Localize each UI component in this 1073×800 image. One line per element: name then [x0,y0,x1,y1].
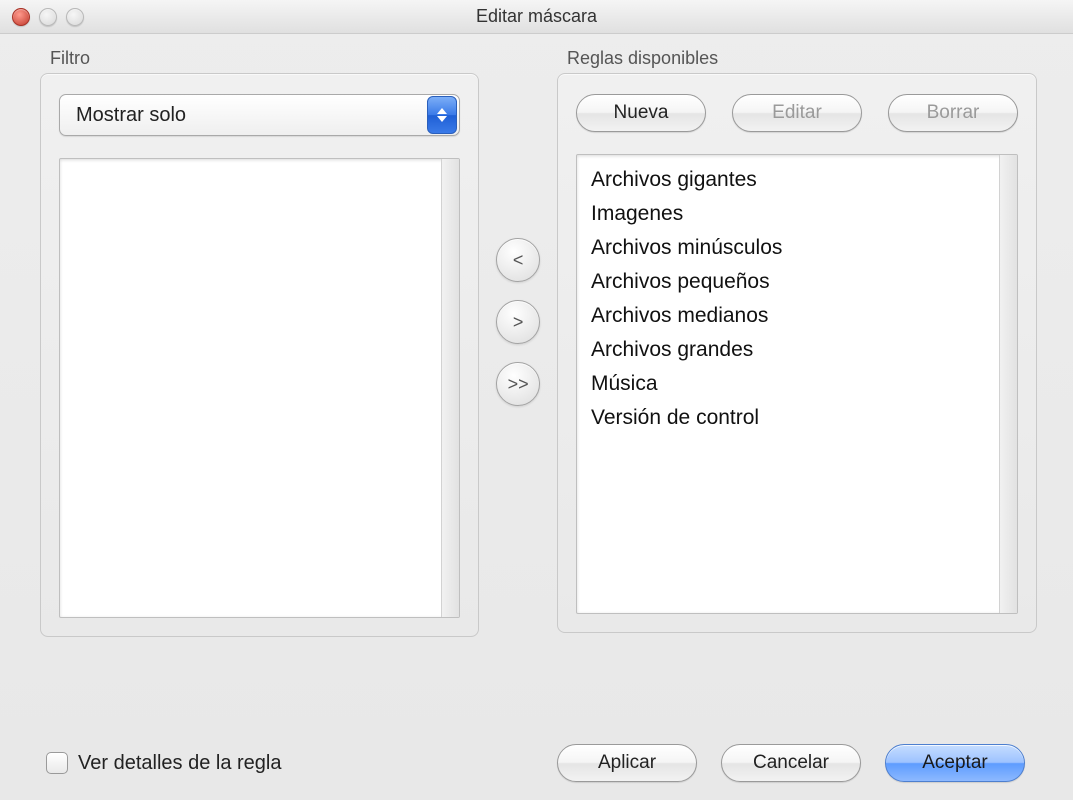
move-right-button[interactable]: > [496,300,540,344]
delete-rule-button[interactable]: Borrar [888,94,1018,132]
filter-mode-select[interactable]: Mostrar solo [59,94,460,136]
cancel-button[interactable]: Cancelar [721,744,861,782]
select-stepper-icon [427,96,457,134]
double-chevron-right-icon: >> [508,374,529,395]
list-item[interactable]: Imagenes [591,197,1003,231]
filter-group-label: Filtro [50,48,479,69]
scrollbar[interactable] [441,159,459,617]
new-rule-button[interactable]: Nueva [576,94,706,132]
list-item[interactable]: Música [591,367,1003,401]
chevron-right-icon: > [513,312,524,333]
list-item[interactable]: Archivos minúsculos [591,231,1003,265]
list-item[interactable]: Archivos grandes [591,333,1003,367]
show-rule-details-label: Ver detalles de la regla [78,752,281,775]
list-item[interactable]: Archivos gigantes [591,163,1003,197]
show-rule-details-checkbox[interactable] [46,752,68,774]
titlebar: Editar máscara [0,0,1073,34]
list-item[interactable]: Versión de control [591,401,1003,435]
accept-button[interactable]: Aceptar [885,744,1025,782]
move-all-right-button[interactable]: >> [496,362,540,406]
chevron-left-icon: < [513,250,524,271]
rules-group: Nueva Editar Borrar Archivos gigantesIma… [557,73,1037,633]
list-item[interactable]: Archivos medianos [591,299,1003,333]
scrollbar[interactable] [999,155,1017,613]
window-title: Editar máscara [0,6,1073,27]
filter-mode-value: Mostrar solo [76,104,186,127]
applied-rules-list[interactable] [59,158,460,618]
move-left-button[interactable]: < [496,238,540,282]
available-rules-list[interactable]: Archivos gigantesImagenesArchivos minúsc… [576,154,1018,614]
apply-button[interactable]: Aplicar [557,744,697,782]
rules-group-label: Reglas disponibles [567,48,1037,69]
filter-group: Mostrar solo [40,73,479,637]
edit-rule-button[interactable]: Editar [732,94,862,132]
list-item[interactable]: Archivos pequeños [591,265,1003,299]
